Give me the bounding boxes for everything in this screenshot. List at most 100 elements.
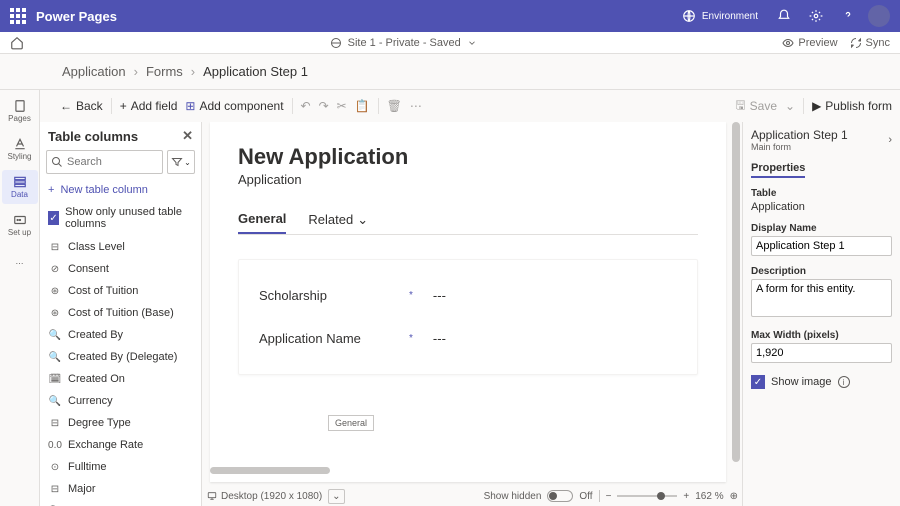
site-picker[interactable]: Site 1 - Private - Saved — [24, 37, 782, 49]
crumb-current: Application Step 1 — [203, 64, 308, 79]
column-label: Major — [68, 483, 96, 495]
column-item[interactable]: 0.0Exchange Rate — [40, 434, 201, 456]
status-bar: Desktop (1920 x 1080) ⌄ Show hidden Off … — [206, 486, 738, 506]
home-button[interactable] — [10, 36, 24, 50]
notifications-button[interactable] — [768, 0, 800, 32]
search-input[interactable] — [67, 156, 137, 168]
zoom-out-button[interactable]: − — [606, 491, 612, 502]
viewport-picker[interactable]: Desktop (1920 x 1080) — [206, 491, 322, 502]
table-value: Application — [751, 201, 892, 213]
column-item[interactable]: 🔍Currency — [40, 390, 201, 412]
user-avatar[interactable] — [868, 5, 890, 27]
home-icon — [10, 36, 24, 50]
canvas-vscrollbar[interactable] — [732, 122, 740, 462]
canvas-hscrollbar[interactable] — [210, 467, 330, 474]
zoom-fit-button[interactable]: ⊕ — [730, 491, 738, 502]
crumb-forms[interactable]: Forms — [146, 64, 183, 79]
nav-pages[interactable]: Pages — [2, 94, 38, 128]
sync-icon — [850, 37, 862, 49]
column-item[interactable]: ⊛Cost of Tuition — [40, 280, 201, 302]
gear-icon — [809, 9, 823, 23]
column-type-icon: ⊛ — [48, 286, 62, 297]
styling-icon — [13, 137, 27, 151]
column-type-icon: ⊘ — [48, 264, 62, 275]
maxwidth-label: Max Width (pixels) — [751, 330, 892, 341]
ellipsis-icon: ⋯ — [16, 259, 24, 268]
save-dropdown[interactable]: ⌄ — [785, 99, 795, 113]
column-label: Created On — [68, 373, 125, 385]
close-panel-button[interactable]: ✕ — [182, 128, 193, 144]
environment-picker[interactable]: Environment — [682, 9, 758, 23]
properties-tab[interactable]: Properties — [751, 162, 805, 178]
display-name-input[interactable] — [751, 236, 892, 256]
column-type-icon: 🔍 — [48, 352, 62, 363]
column-item[interactable]: ⊘Consent — [40, 258, 201, 280]
save-button[interactable]: 🖫Save — [735, 96, 777, 117]
column-item[interactable]: 🔍Created By — [40, 324, 201, 346]
tab-related[interactable]: Related⌄ — [308, 205, 368, 234]
zoom-level: 162 % — [695, 491, 723, 502]
search-input-wrapper[interactable] — [46, 150, 163, 174]
settings-button[interactable] — [800, 0, 832, 32]
column-item[interactable]: ⊟Degree Type — [40, 412, 201, 434]
description-input[interactable]: A form for this entity. — [751, 279, 892, 317]
column-type-icon: 🗓 — [48, 374, 62, 385]
paste-button[interactable]: 📋 — [355, 99, 370, 113]
info-icon[interactable]: i — [838, 376, 850, 388]
tab-general[interactable]: General — [238, 205, 286, 234]
filter-button[interactable]: ⌄ — [167, 150, 195, 174]
back-button[interactable]: ←Back — [60, 99, 103, 113]
form-field[interactable]: Application Name*--- — [259, 317, 677, 360]
breadcrumb: Application › Forms › Application Step 1 — [0, 54, 900, 90]
nav-data[interactable]: Data — [2, 170, 38, 204]
left-nav: Pages Styling Data Set up ⋯ — [0, 90, 40, 506]
help-button[interactable] — [832, 0, 864, 32]
column-type-icon: 🔍 — [48, 396, 62, 407]
sync-button[interactable]: Sync — [850, 37, 890, 49]
column-item[interactable]: 🗓 Created On — [40, 368, 201, 390]
field-value: --- — [433, 288, 446, 303]
column-label: Degree Type — [68, 417, 131, 429]
column-item[interactable]: ⊟Major — [40, 478, 201, 500]
expand-panel-button[interactable]: › — [888, 134, 892, 146]
show-hidden-toggle[interactable] — [547, 490, 573, 502]
column-item[interactable]: 🔍Modified By — [40, 500, 201, 506]
column-item[interactable]: ⊛Cost of Tuition (Base) — [40, 302, 201, 324]
nav-setup[interactable]: Set up — [2, 208, 38, 242]
add-component-button[interactable]: ⊞Add component — [185, 99, 283, 113]
table-columns-panel: Table columns ✕ ⌄ +New table column ✓ Sh… — [40, 122, 202, 506]
new-column-button[interactable]: +New table column — [40, 180, 201, 200]
column-item[interactable]: 🔍Created By (Delegate) — [40, 346, 201, 368]
cut-button[interactable]: ✂ — [337, 99, 347, 113]
nav-more[interactable]: ⋯ — [2, 246, 38, 280]
maxwidth-input[interactable] — [751, 343, 892, 363]
add-field-button[interactable]: +Add field — [120, 99, 178, 113]
site-icon — [330, 37, 342, 49]
section-badge[interactable]: General — [328, 415, 374, 431]
zoom-in-button[interactable]: + — [683, 491, 689, 502]
more-button[interactable]: ⋯ — [410, 99, 422, 113]
site-label: Site 1 - Private - Saved — [348, 37, 461, 49]
app-launcher-icon[interactable] — [10, 8, 26, 24]
form-canvas[interactable]: New Application Application General Rela… — [210, 122, 726, 482]
undo-button[interactable]: ↶ — [301, 99, 311, 113]
delete-button[interactable]: 🗑 — [387, 99, 402, 113]
chevron-down-icon — [467, 38, 477, 48]
column-item[interactable]: ⊟Class Level — [40, 236, 201, 258]
column-type-icon: 🔍 — [48, 330, 62, 341]
rp-title: Application Step 1 — [751, 128, 848, 142]
zoom-slider[interactable] — [617, 495, 677, 497]
show-image-checkbox[interactable]: ✓ Show image i — [751, 375, 892, 389]
setup-icon — [13, 213, 27, 227]
publish-button[interactable]: ▶Publish form — [812, 99, 892, 113]
column-label: Class Level — [68, 241, 125, 253]
preview-button[interactable]: Preview — [782, 37, 837, 49]
nav-styling[interactable]: Styling — [2, 132, 38, 166]
show-unused-checkbox[interactable]: ✓ Show only unused table columns — [40, 200, 201, 236]
display-name-label: Display Name — [751, 223, 892, 234]
column-item[interactable]: ⊙Fulltime — [40, 456, 201, 478]
viewport-dropdown[interactable]: ⌄ — [328, 489, 344, 504]
crumb-application[interactable]: Application — [62, 64, 126, 79]
redo-button[interactable]: ↷ — [319, 99, 329, 113]
form-field[interactable]: Scholarship*--- — [259, 274, 677, 317]
